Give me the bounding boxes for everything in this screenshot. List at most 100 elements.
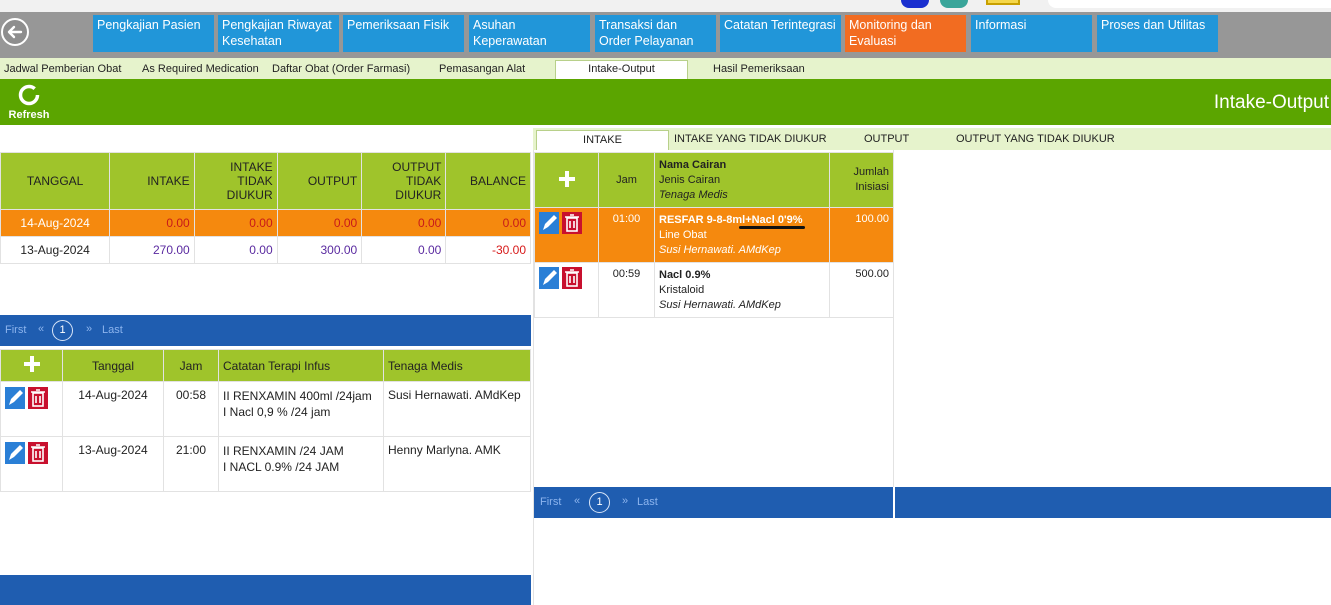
terapi-infus-table: Tanggal Jam Catatan Terapi Infus Tenaga …	[0, 349, 531, 492]
col-intake-tidak-diukur: INTAKE TIDAK DIUKUR	[193, 152, 278, 210]
table-row[interactable]: 13-Aug-2024 21:00 II RENXAMIN /24 JAM I …	[0, 436, 531, 492]
summary-output-tidak: 0.00	[361, 236, 447, 264]
subtab-pemasangan-alat[interactable]: Pemasangan Alat	[439, 63, 525, 75]
pager-next[interactable]: »	[622, 495, 628, 507]
tab-output[interactable]: OUTPUT	[864, 133, 909, 145]
edit-icon[interactable]	[5, 387, 25, 409]
pager-prev[interactable]: «	[574, 495, 580, 507]
subtab-as-required-medication[interactable]: As Required Medication	[142, 63, 259, 75]
add-intake-button[interactable]	[534, 152, 599, 208]
subtab-hasil-pemeriksaan[interactable]: Hasil Pemeriksaan	[713, 63, 805, 75]
nav-asuhan-keperawatan[interactable]: Asuhan Keperawatan	[469, 15, 590, 52]
summary-tanggal: 13-Aug-2024	[0, 236, 111, 264]
subtab-daftar-obat[interactable]: Daftar Obat (Order Farmasi)	[272, 63, 410, 75]
summary-tanggal: 14-Aug-2024	[0, 209, 111, 237]
nav-pengkajian-pasien[interactable]: Pengkajian Pasien	[93, 15, 214, 52]
intake-jumlah: 500.00	[829, 262, 894, 318]
col-tanggal: TANGGAL	[0, 152, 111, 210]
refresh-button[interactable]: Refresh	[6, 83, 52, 121]
summary-output: 300.00	[276, 236, 363, 264]
pager-last[interactable]: Last	[637, 496, 658, 508]
summary-output-tidak: 0.00	[361, 209, 447, 237]
summary-pager: First « 1 » Last	[0, 315, 531, 346]
intake-row[interactable]: 01:00 RESFAR 9-8-8ml+Nacl 0'9% Line Obat…	[534, 207, 894, 263]
col-intake: INTAKE	[109, 152, 195, 210]
delete-icon[interactable]	[562, 267, 583, 289]
nav-monitoring-evaluasi[interactable]: Monitoring dan Evaluasi	[845, 15, 966, 52]
intake-tenaga: Susi Hernawati. AMdKep	[659, 299, 781, 311]
subtab-intake-output[interactable]: Intake-Output	[555, 60, 688, 79]
page-header-bar	[0, 79, 1331, 125]
nav-informasi[interactable]: Informasi	[971, 15, 1092, 52]
infus-catatan-line: II RENXAMIN 400ml /24jam	[223, 389, 372, 403]
subtab-jadwal-pemberian-obat[interactable]: Jadwal Pemberian Obat	[4, 63, 121, 75]
infus-catatan-line: II RENXAMIN /24 JAM	[223, 444, 344, 458]
col-output: OUTPUT	[276, 152, 363, 210]
summary-row[interactable]: 14-Aug-2024 0.00 0.00 0.00 0.00 0.00	[0, 209, 531, 237]
handwritten-underline-mark	[739, 226, 805, 229]
refresh-icon	[18, 84, 40, 106]
back-arrow-icon[interactable]	[1, 18, 29, 46]
folder-icon[interactable]	[986, 0, 1020, 5]
edit-icon[interactable]	[539, 212, 559, 234]
intake-jam: 01:00	[598, 207, 655, 263]
refresh-label: Refresh	[8, 109, 50, 121]
add-infus-button[interactable]	[0, 349, 63, 382]
intake-cairan: RESFAR 9-8-8ml+Nacl 0'9% Line Obat Susi …	[654, 207, 830, 263]
intake-nama: Nacl 0.9%	[659, 269, 711, 281]
col-tanggal: Tanggal	[62, 349, 164, 382]
pager-page-1[interactable]: 1	[52, 320, 73, 341]
table-row[interactable]: 14-Aug-2024 00:58 II RENXAMIN 400ml /24j…	[0, 381, 531, 437]
nav-transaksi-order[interactable]: Transaksi dan Order Pelayanan	[595, 15, 716, 52]
infus-tenaga: Susi Hernawati. AMdKep	[383, 381, 531, 437]
tab-intake[interactable]: INTAKE	[536, 130, 669, 150]
intake-cairan: Nacl 0.9% Kristaloid Susi Hernawati. AMd…	[654, 262, 830, 318]
pager-divider	[893, 487, 895, 518]
summary-row[interactable]: 13-Aug-2024 270.00 0.00 300.00 0.00 -30.…	[0, 236, 531, 264]
edit-icon[interactable]	[5, 442, 25, 464]
infus-jam: 21:00	[163, 436, 219, 492]
pager-page-1[interactable]: 1	[589, 492, 610, 513]
col-tenaga-medis: Tenaga Medis	[383, 349, 531, 382]
intake-jam: 00:59	[598, 262, 655, 318]
col-nama-cairan: Nama Cairan Jenis Cairan Tenaga Medis	[654, 152, 830, 208]
infus-tenaga: Henny Marlyna. AMK	[383, 436, 531, 492]
intake-row[interactable]: 00:59 Nacl 0.9% Kristaloid Susi Hernawat…	[534, 262, 894, 318]
header-inisiasi: Inisiasi	[855, 181, 889, 193]
infus-jam: 00:58	[163, 381, 219, 437]
summary-balance: -30.00	[445, 236, 531, 264]
pager-last[interactable]: Last	[102, 324, 123, 336]
tab-output-tidak-diukur[interactable]: OUTPUT YANG TIDAK DIUKUR	[956, 133, 1115, 145]
pager-first[interactable]: First	[5, 324, 26, 336]
col-jumlah-inisiasi: Jumlah Inisiasi	[829, 152, 894, 208]
intake-table: Jam Nama Cairan Jenis Cairan Tenaga Medi…	[534, 152, 894, 318]
header-jenis-cairan: Jenis Cairan	[659, 174, 721, 186]
browser-extension-icon[interactable]	[901, 0, 929, 8]
summary-balance: 0.00	[445, 209, 531, 237]
nav-pemeriksaan-fisik[interactable]: Pemeriksaan Fisik	[343, 15, 464, 52]
col-jam: Jam	[598, 152, 655, 208]
browser-address-area	[1048, 0, 1331, 8]
page-title: Intake-Output	[1213, 92, 1329, 113]
col-output-tidak-diukur: OUTPUT TIDAK DIUKUR	[361, 152, 447, 210]
plus-icon	[558, 170, 575, 187]
summary-intake: 0.00	[109, 209, 195, 237]
delete-icon[interactable]	[28, 442, 49, 464]
pager-first[interactable]: First	[540, 496, 561, 508]
tab-intake-tidak-diukur[interactable]: INTAKE YANG TIDAK DIUKUR	[674, 133, 827, 145]
nav-catatan-terintegrasi[interactable]: Catatan Terintegrasi	[720, 15, 841, 52]
nav-pengkajian-riwayat-kesehatan[interactable]: Pengkajian Riwayat Kesehatan	[218, 15, 339, 52]
nav-proses-utilitas[interactable]: Proses dan Utilitas	[1097, 15, 1218, 52]
delete-icon[interactable]	[28, 387, 49, 409]
pager-prev[interactable]: «	[38, 323, 44, 335]
plus-icon	[23, 356, 40, 372]
edit-icon[interactable]	[539, 267, 559, 289]
summary-intake: 270.00	[109, 236, 195, 264]
infus-catatan-line: I NACL 0.9% /24 JAM	[223, 460, 340, 474]
header-jumlah: Jumlah	[853, 166, 889, 178]
infus-catatan: II RENXAMIN 400ml /24jam I Nacl 0,9 % /2…	[218, 381, 384, 437]
delete-icon[interactable]	[562, 212, 583, 234]
pager-next[interactable]: »	[86, 323, 92, 335]
browser-extension-icon[interactable]	[940, 0, 968, 8]
summary-intake-tidak: 0.00	[193, 209, 278, 237]
